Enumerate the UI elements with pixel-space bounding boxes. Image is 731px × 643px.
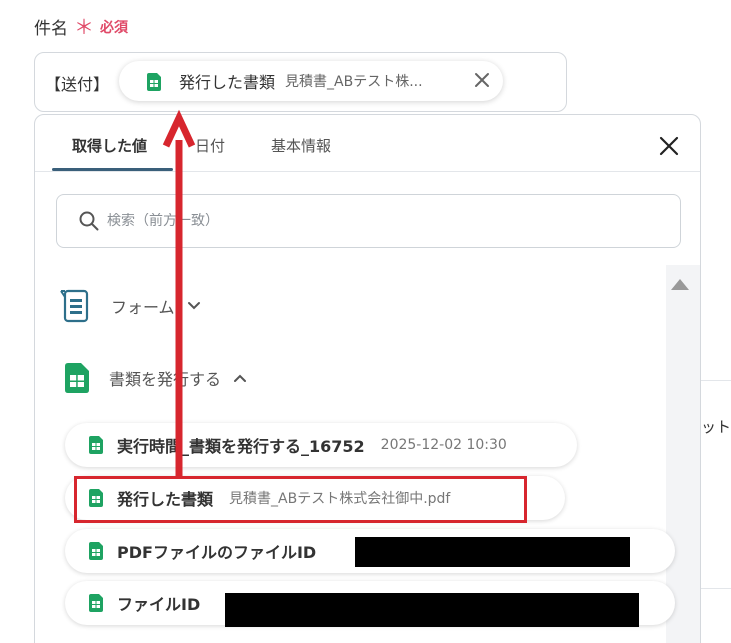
scrollbar-track[interactable] (666, 265, 700, 643)
selected-value-chip[interactable]: 発行した書類 見積書_ABテスト株... (119, 61, 503, 101)
spreadsheet-icon (89, 436, 103, 454)
list-item[interactable]: 実行時間_書類を発行する_16752 2025-12-02 10:30 (65, 423, 577, 467)
scroll-up-arrow-icon[interactable] (671, 279, 689, 290)
list-item-label: 実行時間_書類を発行する_16752 (117, 437, 365, 456)
group-form[interactable]: フォーム (59, 287, 201, 325)
chip-title: 発行した書類 (179, 73, 276, 92)
chip-remove-icon[interactable] (473, 71, 491, 89)
selection-highlight-box (74, 476, 527, 523)
list-item-value: 2025-12-02 10:30 (380, 437, 507, 453)
list-item-label: ファイルID (117, 595, 201, 614)
list-item-label: PDFファイルのファイルID (117, 543, 317, 562)
tab-fetched-values[interactable]: 取得した値 (72, 135, 147, 156)
spreadsheet-icon (89, 542, 103, 560)
side-divider (701, 588, 731, 589)
group-issue-document-label: 書類を発行する (109, 370, 222, 389)
value-picker-panel: 取得した値 日付 基本情報 フォーム (34, 114, 701, 643)
group-form-label: フォーム (111, 298, 175, 317)
redacted-value (225, 593, 639, 627)
required-star: ＊ (74, 14, 94, 39)
subject-prefix-text: 【送付】 (45, 75, 110, 94)
spreadsheet-icon (89, 594, 103, 612)
tab-date[interactable]: 日付 (195, 135, 225, 156)
active-tab-indicator (52, 168, 173, 171)
chevron-down-icon (187, 302, 200, 310)
field-label: 件名 ＊ 必須 (34, 14, 128, 40)
group-issue-document[interactable]: 書類を発行する (65, 363, 247, 393)
chip-value: 見積書_ABテスト株... (285, 74, 423, 90)
side-divider (701, 380, 731, 381)
search-box[interactable] (56, 194, 681, 248)
form-icon (60, 289, 89, 323)
close-icon[interactable] (658, 135, 680, 157)
tab-basic-info[interactable]: 基本情報 (271, 135, 331, 156)
search-input[interactable] (107, 213, 607, 229)
redacted-value (355, 537, 630, 567)
required-text: 必須 (100, 19, 128, 36)
tab-bar: 取得した値 日付 基本情報 (35, 115, 700, 172)
spreadsheet-icon (65, 363, 89, 393)
spreadsheet-icon (147, 73, 161, 91)
search-icon (79, 211, 99, 231)
chevron-up-icon (234, 374, 247, 382)
subject-input[interactable]: 【送付】 発行した書類 見積書_ABテスト株... (34, 52, 567, 112)
side-partial-text: ット (701, 418, 731, 436)
field-label-text: 件名 (34, 19, 68, 39)
